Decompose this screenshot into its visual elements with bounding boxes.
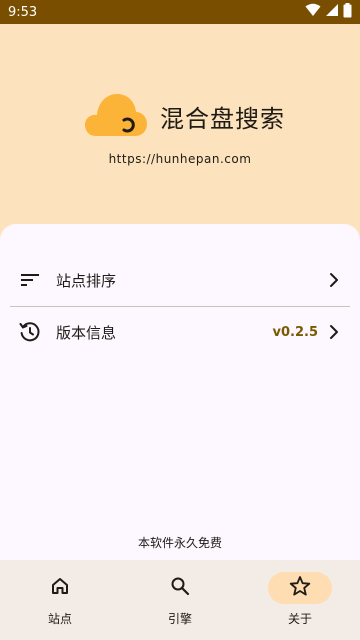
nav-pill-active xyxy=(268,572,332,604)
menu-item-label: 版本信息 xyxy=(56,323,117,342)
home-icon xyxy=(50,576,70,600)
settings-sheet: 站点排序 版本信息 v0.2.5 本软件永久免费 xyxy=(0,224,360,560)
free-software-note: 本软件永久免费 xyxy=(137,536,222,550)
nav-pill xyxy=(148,572,212,604)
nav-label: 引擎 xyxy=(167,612,192,626)
version-value: v0.2.5 xyxy=(272,324,319,340)
app-title: 混合盘搜索 xyxy=(160,104,285,133)
signal-icon xyxy=(325,3,339,21)
wifi-icon xyxy=(305,3,321,21)
history-icon xyxy=(18,320,42,344)
sort-icon xyxy=(18,268,42,292)
bottom-navigation: 站点 引擎 关于 xyxy=(0,560,360,640)
menu-item-label: 站点排序 xyxy=(56,271,117,290)
nav-item-about[interactable]: 关于 xyxy=(240,560,360,640)
status-bar: 9:53 xyxy=(0,0,360,24)
status-icons xyxy=(305,2,352,22)
logo-row: 混合盘搜索 xyxy=(84,90,285,142)
chevron-right-icon xyxy=(326,320,342,344)
app-header: 混合盘搜索 https://hunhepan.com xyxy=(0,24,360,224)
search-icon xyxy=(170,576,190,600)
chevron-right-icon xyxy=(326,268,342,292)
nav-label: 关于 xyxy=(287,612,312,626)
menu-item-version-info[interactable]: 版本信息 v0.2.5 xyxy=(10,306,350,358)
cloud-logo-icon xyxy=(84,90,148,142)
battery-icon xyxy=(343,2,352,22)
nav-pill xyxy=(28,572,92,604)
menu-item-site-sort[interactable]: 站点排序 xyxy=(10,254,350,306)
star-icon xyxy=(289,575,311,601)
site-url[interactable]: https://hunhepan.com xyxy=(0,152,360,166)
nav-item-engines[interactable]: 引擎 xyxy=(120,560,240,640)
status-time: 9:53 xyxy=(8,4,38,20)
nav-item-sites[interactable]: 站点 xyxy=(0,560,120,640)
nav-label: 站点 xyxy=(47,612,72,626)
